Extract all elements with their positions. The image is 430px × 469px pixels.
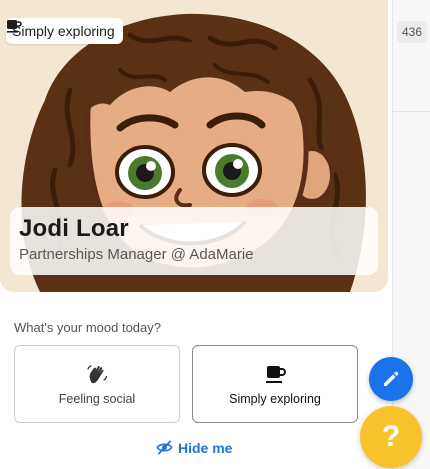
- divider: [392, 111, 430, 112]
- feeling-social-button[interactable]: Feeling social: [14, 345, 180, 423]
- profile-card: Simply exploring Jodi Loar Partnerships …: [0, 0, 393, 469]
- simply-exploring-label: Simply exploring: [229, 391, 321, 406]
- edit-button[interactable]: [369, 357, 413, 401]
- status-chip: Simply exploring: [6, 18, 123, 44]
- mood-question: What's your mood today?: [14, 320, 161, 335]
- help-button[interactable]: ?: [360, 406, 422, 468]
- hide-me-label: Hide me: [178, 439, 233, 456]
- feeling-social-label: Feeling social: [58, 391, 136, 406]
- waving-hand-icon: [87, 364, 108, 383]
- eye-slash-icon: [156, 440, 173, 455]
- profile-role: Partnerships Manager @ AdaMarie: [19, 246, 254, 263]
- name-panel: Jodi Loar Partnerships Manager @ AdaMari…: [10, 207, 378, 275]
- profile-name: Jodi Loar: [19, 215, 129, 242]
- status-chip-label: Simply exploring: [12, 23, 115, 39]
- avatar: Simply exploring Jodi Loar Partnerships …: [0, 0, 388, 292]
- count-badge: 436: [397, 21, 427, 43]
- help-label: ?: [381, 420, 401, 453]
- hide-me-link[interactable]: Hide me: [156, 439, 232, 456]
- pencil-icon: [384, 371, 399, 386]
- coffee-cup-icon: [266, 365, 286, 383]
- simply-exploring-button[interactable]: Simply exploring: [192, 345, 358, 423]
- coffee-cup-icon: [7, 20, 22, 33]
